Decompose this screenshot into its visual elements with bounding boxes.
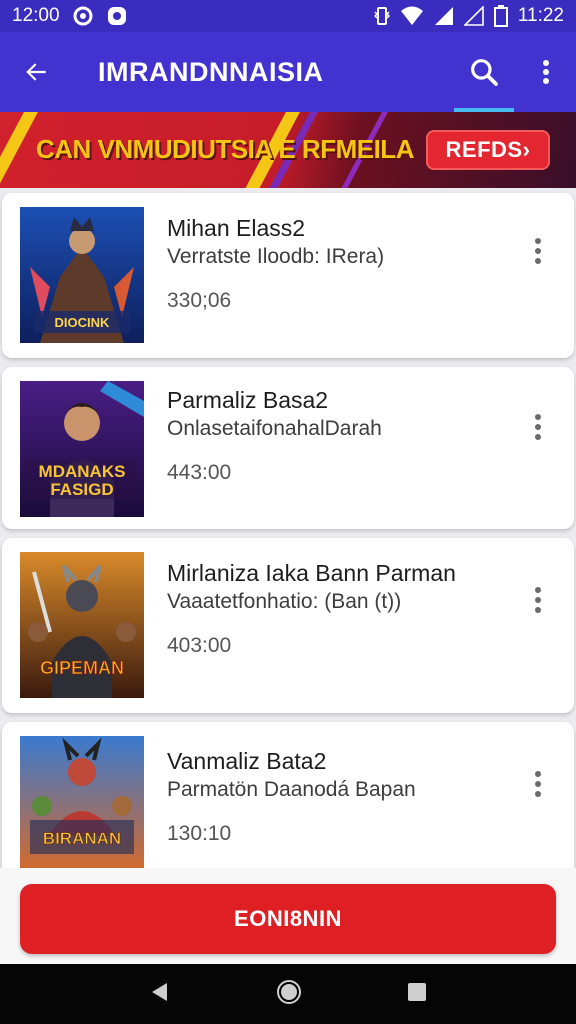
item-more-button[interactable] (526, 231, 550, 271)
status-left: 12:00 (12, 5, 128, 27)
more-vert-icon (535, 587, 541, 593)
item-subtitle: Parmatön Daanodá Bapan (167, 778, 416, 801)
notification-icon (72, 5, 94, 27)
game-thumbnail: GIPEMAN (20, 552, 144, 698)
vibrate-icon (373, 6, 390, 26)
arrow-left-icon (26, 63, 46, 81)
item-price: 330;06 (167, 289, 232, 312)
more-vert-icon (535, 414, 541, 420)
status-right: 11:22 (373, 5, 564, 27)
nav-recents-icon[interactable] (407, 982, 427, 1007)
svg-text:DIOCINK: DIOCINK (55, 315, 111, 330)
item-more-button[interactable] (526, 580, 550, 620)
item-title: Vanmaliz Bata2 (167, 748, 327, 774)
page-title: IMRANDNNAISIA (98, 56, 324, 87)
svg-text:GIPEMAN: GIPEMAN (40, 658, 124, 678)
svg-text:MDANAKS: MDANAKS (39, 462, 126, 481)
system-nav-bar (0, 964, 576, 1024)
item-more-button[interactable] (526, 407, 550, 447)
search-icon (471, 59, 498, 86)
nav-home-icon[interactable] (276, 979, 302, 1010)
item-title: Mirlaniza Iaka Bann Parman (167, 560, 456, 586)
item-price: 130:10 (167, 822, 232, 845)
banner-text: CAN VNMUDIUTSIA E RFMEILA (36, 134, 414, 164)
item-price: 403:00 (167, 634, 232, 657)
game-thumbnail: BIRANAN (20, 736, 144, 872)
game-thumbnail: MDANAKS FASIGD (20, 381, 144, 517)
nav-back-icon[interactable] (149, 981, 171, 1008)
app-notification-icon (106, 5, 128, 27)
game-thumbnail: DIOCINK (20, 207, 144, 343)
status-time-left: 12:00 (12, 5, 60, 26)
item-price: 443:00 (167, 461, 232, 484)
item-subtitle: Vaaatetfonhatio: (Ban (t)) (167, 590, 402, 613)
list-item[interactable]: GIPEMAN Mirlaniza Iaka Bann Parman Vaaat… (2, 538, 574, 713)
promo-banner[interactable]: CAN VNMUDIUTSIA E RFMEILA REFDS› (0, 112, 576, 188)
primary-action-button[interactable]: EONI8NIN (20, 884, 556, 954)
more-vert-icon (535, 238, 541, 244)
item-title: Mihan Elass2 (167, 215, 306, 241)
search-button[interactable] (452, 32, 516, 112)
signal-empty-icon (463, 6, 484, 26)
item-subtitle: OnlasetaifonahalDarah (167, 417, 382, 440)
banner-cta-button[interactable]: REFDS› (426, 130, 550, 170)
item-subtitle: Verratste Iloodb: IRera) (167, 245, 385, 268)
signal-icon (434, 6, 454, 26)
more-vert-icon (543, 60, 549, 84)
list-item[interactable]: MDANAKS FASIGD Parmaliz Basa2 Onlasetaif… (2, 367, 574, 529)
status-time-right: 11:22 (517, 5, 564, 26)
overflow-menu-button[interactable] (516, 32, 576, 112)
wifi-icon (400, 6, 424, 26)
back-button[interactable] (0, 32, 72, 112)
app-bar: IMRANDNNAISIA (0, 32, 576, 112)
battery-icon (493, 5, 508, 27)
item-more-button[interactable] (526, 764, 550, 804)
svg-text:FASIGD: FASIGD (50, 480, 113, 499)
list-item[interactable]: DIOCINK Mihan Elass2 Verratste Iloodb: I… (2, 193, 574, 358)
status-bar: 12:00 11:22 (0, 0, 576, 32)
list-item[interactable]: BIRANAN Vanmaliz Bata2 Parmatön Daanodá … (2, 722, 574, 882)
item-title: Parmaliz Basa2 (167, 387, 329, 413)
more-vert-icon (535, 771, 541, 777)
svg-text:BIRANAN: BIRANAN (43, 829, 121, 848)
